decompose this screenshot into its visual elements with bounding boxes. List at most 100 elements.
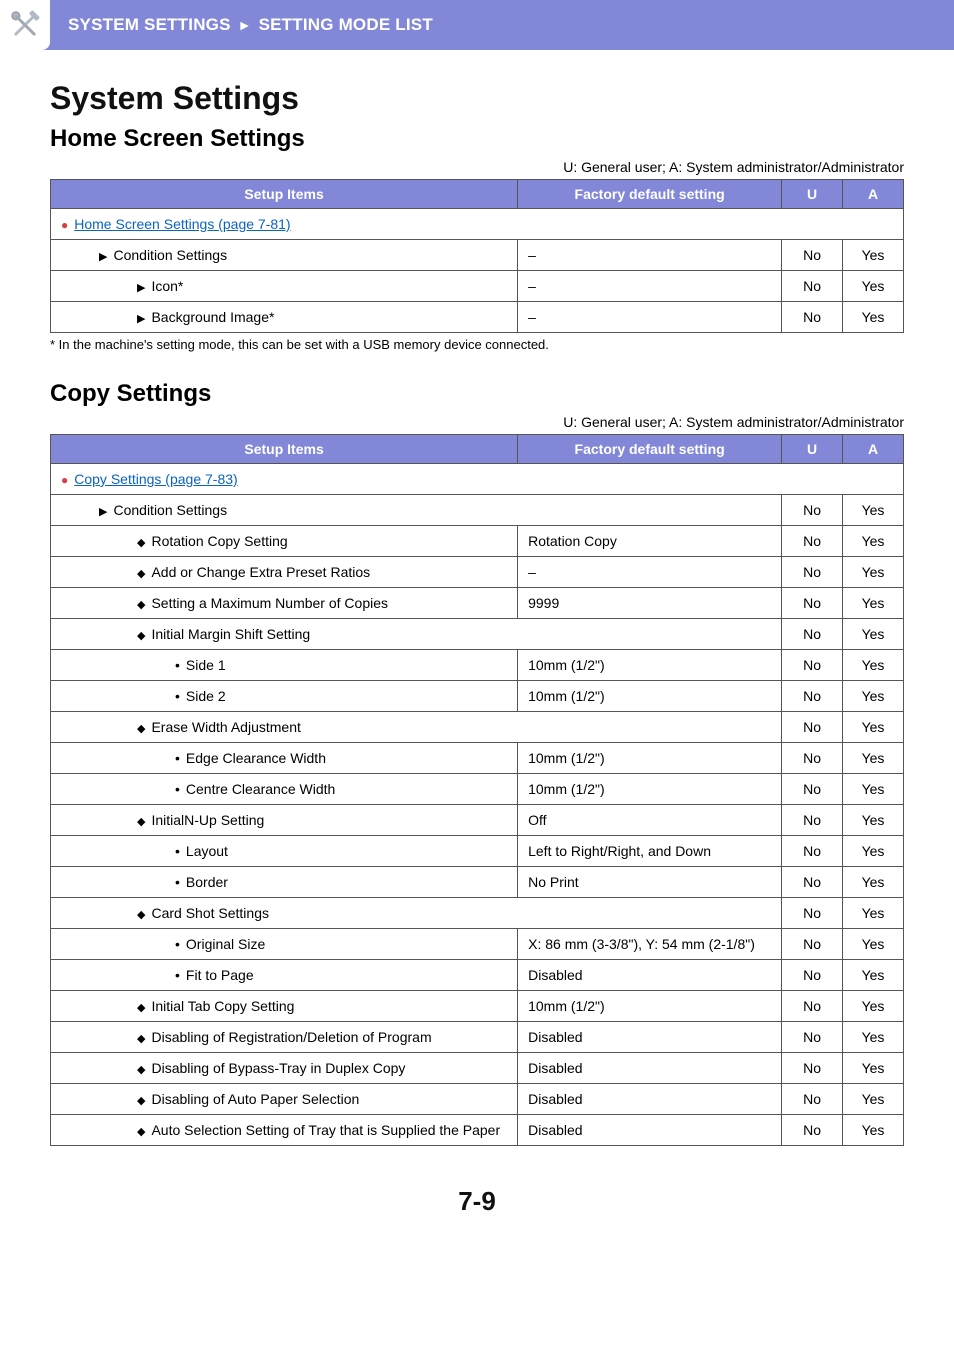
factory-default-cell: Left to Right/Right, and Down xyxy=(518,836,782,867)
th-u: U xyxy=(782,180,843,209)
u-cell: No xyxy=(782,867,843,898)
setup-item-label: Condition Settings xyxy=(99,502,227,518)
setup-item-cell: Condition Settings xyxy=(51,495,782,526)
th-u: U xyxy=(782,435,843,464)
table-row: Rotation Copy SettingRotation CopyNoYes xyxy=(51,526,904,557)
a-cell: Yes xyxy=(843,650,904,681)
a-cell: Yes xyxy=(843,991,904,1022)
factory-default-cell: 9999 xyxy=(518,588,782,619)
setup-item-label: Border xyxy=(175,874,228,890)
group-cell: Home Screen Settings (page 7-81) xyxy=(51,209,904,240)
u-cell: No xyxy=(782,526,843,557)
u-cell: No xyxy=(782,557,843,588)
section-title-home: Home Screen Settings xyxy=(50,125,904,153)
breadcrumb: SYSTEM SETTINGS ► SETTING MODE LIST xyxy=(68,15,433,35)
a-cell: Yes xyxy=(843,805,904,836)
factory-default-cell: 10mm (1/2") xyxy=(518,991,782,1022)
setup-item-label: Side 1 xyxy=(175,657,226,673)
u-cell: No xyxy=(782,1115,843,1146)
setup-item-label: Rotation Copy Setting xyxy=(137,533,288,549)
setup-item-cell: Disabling of Auto Paper Selection xyxy=(51,1084,518,1115)
table-row: Icon*–NoYes xyxy=(51,271,904,302)
factory-default-cell: No Print xyxy=(518,867,782,898)
table-row: Side 210mm (1/2")NoYes xyxy=(51,681,904,712)
factory-default-cell: – xyxy=(518,240,782,271)
setup-item-cell: Icon* xyxy=(51,271,518,302)
th-a: A xyxy=(843,435,904,464)
setup-item-cell: Disabling of Bypass-Tray in Duplex Copy xyxy=(51,1053,518,1084)
table-row: Centre Clearance Width10mm (1/2")NoYes xyxy=(51,774,904,805)
setup-item-cell: Card Shot Settings xyxy=(51,898,782,929)
page-number: 7-9 xyxy=(0,1186,954,1217)
setup-item-label: Centre Clearance Width xyxy=(175,781,335,797)
u-cell: No xyxy=(782,805,843,836)
table-row: Original SizeX: 86 mm (3-3/8"), Y: 54 mm… xyxy=(51,929,904,960)
table-row: Initial Margin Shift SettingNoYes xyxy=(51,619,904,650)
th-setup: Setup Items xyxy=(51,180,518,209)
factory-default-cell: – xyxy=(518,302,782,333)
table-row: Erase Width AdjustmentNoYes xyxy=(51,712,904,743)
factory-default-cell: 10mm (1/2") xyxy=(518,650,782,681)
a-cell: Yes xyxy=(843,1053,904,1084)
setup-item-label: Icon* xyxy=(137,278,183,294)
a-cell: Yes xyxy=(843,836,904,867)
table-row: Home Screen Settings (page 7-81) xyxy=(51,209,904,240)
u-cell: No xyxy=(782,495,843,526)
u-cell: No xyxy=(782,619,843,650)
u-cell: No xyxy=(782,1084,843,1115)
factory-default-cell: Disabled xyxy=(518,1022,782,1053)
table-row: InitialN-Up SettingOffNoYes xyxy=(51,805,904,836)
u-cell: No xyxy=(782,898,843,929)
group-link[interactable]: Home Screen Settings (page 7-81) xyxy=(74,216,290,232)
setup-item-cell: Edge Clearance Width xyxy=(51,743,518,774)
setup-item-cell: Layout xyxy=(51,836,518,867)
setup-item-label: Initial Tab Copy Setting xyxy=(137,998,294,1014)
factory-default-cell: 10mm (1/2") xyxy=(518,681,782,712)
breadcrumb-part-1[interactable]: SYSTEM SETTINGS xyxy=(68,15,231,34)
table-row: Add or Change Extra Preset Ratios–NoYes xyxy=(51,557,904,588)
setup-item-label: Fit to Page xyxy=(175,967,254,983)
setup-item-cell: Disabling of Registration/Deletion of Pr… xyxy=(51,1022,518,1053)
setup-item-label: Card Shot Settings xyxy=(137,905,269,921)
setup-item-cell: Side 2 xyxy=(51,681,518,712)
table-row: Background Image*–NoYes xyxy=(51,302,904,333)
content: System Settings Home Screen Settings U: … xyxy=(0,50,954,1156)
setup-item-cell: Setting a Maximum Number of Copies xyxy=(51,588,518,619)
factory-default-cell: Disabled xyxy=(518,1084,782,1115)
u-cell: No xyxy=(782,743,843,774)
th-a: A xyxy=(843,180,904,209)
setup-item-label: Layout xyxy=(175,843,228,859)
u-cell: No xyxy=(782,836,843,867)
breadcrumb-part-2[interactable]: SETTING MODE LIST xyxy=(259,15,433,34)
factory-default-cell: Disabled xyxy=(518,1053,782,1084)
a-cell: Yes xyxy=(843,929,904,960)
factory-default-cell: Disabled xyxy=(518,960,782,991)
table-row: Disabling of Auto Paper Selection Disable… xyxy=(51,1084,904,1115)
setup-item-cell: Initial Margin Shift Setting xyxy=(51,619,782,650)
page-title: System Settings xyxy=(50,80,904,117)
footnote-home: * In the machine's setting mode, this ca… xyxy=(50,337,904,352)
group-link[interactable]: Copy Settings (page 7-83) xyxy=(74,471,237,487)
table-row: Setting a Maximum Number of Copies9999No… xyxy=(51,588,904,619)
setup-item-label: Auto Selection Setting of Tray that is S… xyxy=(137,1122,500,1138)
setup-item-cell: Add or Change Extra Preset Ratios xyxy=(51,557,518,588)
table-row: Auto Selection Setting of Tray that is S… xyxy=(51,1115,904,1146)
setup-item-cell: Border xyxy=(51,867,518,898)
setup-item-label: Disabling of Bypass-Tray in Duplex Copy xyxy=(137,1060,405,1076)
setup-item-cell: Erase Width Adjustment xyxy=(51,712,782,743)
u-cell: No xyxy=(782,302,843,333)
a-cell: Yes xyxy=(843,898,904,929)
u-cell: No xyxy=(782,650,843,681)
setup-item-label: Add or Change Extra Preset Ratios xyxy=(137,564,370,580)
setup-item-cell: Background Image* xyxy=(51,302,518,333)
table-row: BorderNo PrintNoYes xyxy=(51,867,904,898)
table-row: Disabling of Bypass-Tray in Duplex Copy D… xyxy=(51,1053,904,1084)
setup-item-label: Initial Margin Shift Setting xyxy=(137,626,310,642)
setup-item-label: Disabling of Auto Paper Selection xyxy=(137,1091,359,1107)
u-cell: No xyxy=(782,712,843,743)
u-cell: No xyxy=(782,271,843,302)
factory-default-cell: – xyxy=(518,271,782,302)
u-cell: No xyxy=(782,929,843,960)
setup-item-cell: Original Size xyxy=(51,929,518,960)
setup-item-label: Erase Width Adjustment xyxy=(137,719,301,735)
